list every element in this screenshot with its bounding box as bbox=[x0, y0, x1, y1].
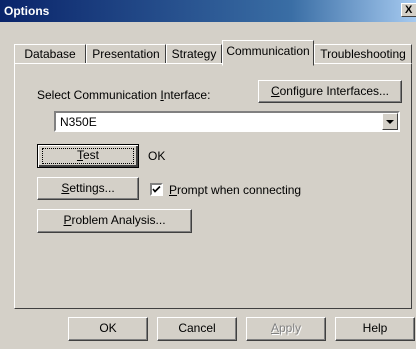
checkmark-icon bbox=[152, 185, 161, 193]
tab-communication[interactable]: Communication bbox=[222, 40, 314, 66]
test-button[interactable]: Test bbox=[37, 144, 139, 168]
problem-analysis-button[interactable]: Problem Analysis... bbox=[37, 209, 192, 233]
configure-interfaces-button[interactable]: Configure Interfaces... bbox=[258, 80, 402, 103]
apply-button: Apply bbox=[246, 317, 326, 341]
prompt-checkbox[interactable] bbox=[150, 183, 163, 196]
tab-troubleshooting[interactable]: Troubleshooting bbox=[314, 44, 412, 64]
tab-label: Troubleshooting bbox=[320, 47, 406, 61]
window-title: Options bbox=[4, 4, 50, 18]
ok-button[interactable]: OK bbox=[68, 317, 148, 341]
interface-select-value: N350E bbox=[60, 115, 97, 129]
chevron-down-icon[interactable] bbox=[382, 113, 398, 130]
test-status: OK bbox=[148, 149, 166, 163]
tab-label: Database bbox=[24, 47, 76, 61]
tab-strategy[interactable]: Strategy bbox=[166, 44, 222, 64]
tab-label: Communication bbox=[226, 44, 310, 58]
focus-rectangle bbox=[42, 148, 134, 164]
tab-label: Presentation bbox=[92, 47, 160, 61]
tab-label: Strategy bbox=[171, 47, 217, 61]
help-button[interactable]: Help bbox=[335, 317, 415, 341]
tab-presentation[interactable]: Presentation bbox=[86, 44, 166, 64]
tab-database[interactable]: Database bbox=[14, 44, 86, 64]
settings-button[interactable]: Settings... bbox=[37, 177, 139, 200]
interface-label: Select Communication Interface: bbox=[37, 88, 211, 102]
close-button[interactable]: X bbox=[401, 3, 416, 17]
cancel-button[interactable]: Cancel bbox=[157, 317, 237, 341]
interface-select[interactable]: N350E bbox=[54, 111, 400, 132]
prompt-label[interactable]: Prompt when connecting bbox=[169, 183, 301, 197]
title-bar: Options X bbox=[0, 0, 416, 22]
